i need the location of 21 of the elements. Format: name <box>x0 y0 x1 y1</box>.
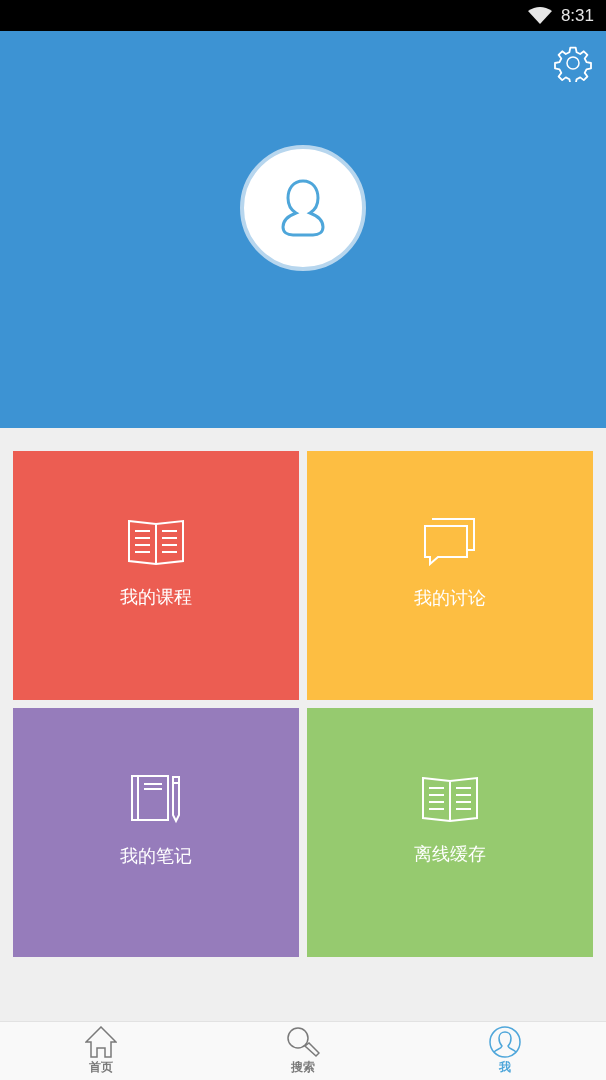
wifi-icon <box>527 7 552 24</box>
nav-tab[interactable]: 搜索 <box>202 1022 404 1080</box>
menu-tile[interactable]: 离线缓存 <box>307 708 593 957</box>
nav-tab[interactable]: 我 <box>404 1022 606 1080</box>
chat-icon <box>424 517 476 566</box>
nav-tab[interactable]: 首页 <box>0 1022 202 1080</box>
tile-label: 我的讨论 <box>414 585 486 610</box>
settings-icon[interactable] <box>554 44 592 82</box>
home-icon <box>85 1026 117 1058</box>
person-icon <box>281 178 325 237</box>
menu-tile[interactable]: 我的课程 <box>13 451 299 700</box>
clock: 8:31 <box>560 5 594 26</box>
book-icon <box>422 775 478 822</box>
menu-tile[interactable]: 我的笔记 <box>13 708 299 957</box>
profile-icon <box>489 1026 521 1058</box>
search-icon <box>286 1026 320 1058</box>
tile-label: 离线缓存 <box>414 841 486 866</box>
tile-label: 我的笔记 <box>120 843 192 868</box>
book-icon <box>128 518 184 565</box>
notebook-icon <box>131 773 181 824</box>
tile-label: 我的课程 <box>120 584 192 609</box>
